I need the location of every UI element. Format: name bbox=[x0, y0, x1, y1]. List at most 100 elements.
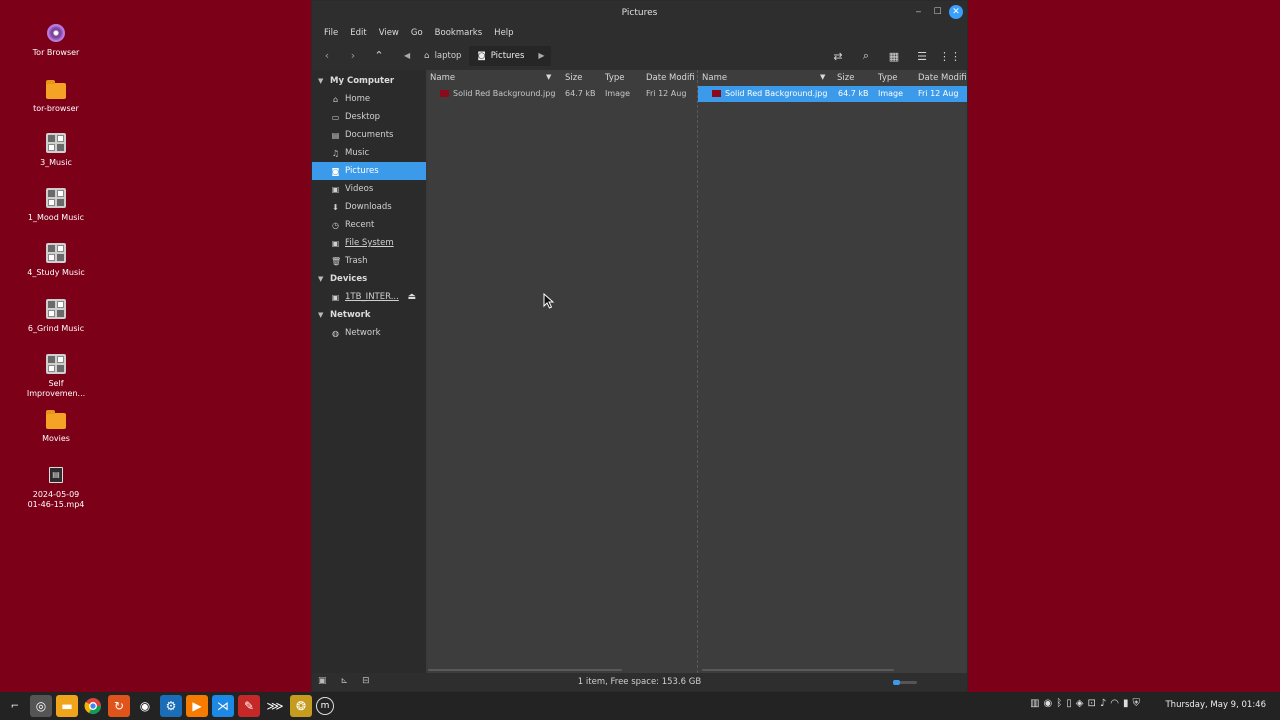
column-name[interactable]: Name bbox=[702, 73, 727, 83]
menu-bookmarks[interactable]: Bookmarks bbox=[429, 28, 489, 38]
breadcrumb-right-arrow[interactable]: ▶ bbox=[532, 45, 551, 66]
desktop-icon-self-improvement[interactable]: Self Improvemen... bbox=[24, 353, 88, 399]
sort-down-icon[interactable]: ▼ bbox=[546, 73, 551, 81]
red-app-icon[interactable]: ✎ bbox=[238, 695, 260, 717]
minimize-button[interactable]: ‒ bbox=[911, 4, 926, 19]
column-date[interactable]: Date Modifi bbox=[646, 73, 695, 83]
sidebar-item-documents[interactable]: ▤ Documents bbox=[312, 126, 426, 144]
compact-view-button[interactable]: ⋮⋮ bbox=[937, 45, 963, 67]
desktop-icon-1-mood-music[interactable]: 1_Mood Music bbox=[16, 187, 96, 223]
shield-icon[interactable]: ◈ bbox=[1076, 698, 1084, 709]
wifi-icon[interactable]: ◠ bbox=[1110, 698, 1119, 709]
column-size[interactable]: Size bbox=[837, 73, 854, 83]
chrome-icon[interactable] bbox=[82, 695, 104, 717]
sidebar-section-devices[interactable]: ▼ Devices bbox=[312, 270, 426, 288]
obs-icon[interactable]: ◉ bbox=[134, 695, 156, 717]
gold-app-icon[interactable]: ❂ bbox=[290, 695, 312, 717]
file-row[interactable]: Solid Red Background.jpg 64.7 kB Image F… bbox=[428, 86, 697, 102]
show-treeview-icon[interactable]: ⊾ bbox=[341, 676, 349, 686]
file-size: 64.7 kB bbox=[565, 89, 596, 98]
sidebar-item-trash[interactable]: 🗑 Trash bbox=[312, 252, 426, 270]
search-button[interactable]: ⌕ bbox=[853, 45, 879, 67]
show-places-icon[interactable]: ▣ bbox=[318, 676, 327, 686]
sidebar-item-music[interactable]: ♫ Music bbox=[312, 144, 426, 162]
files-app-icon[interactable]: ▬ bbox=[56, 695, 78, 717]
clapperboard-icon[interactable]: ⋙ bbox=[264, 695, 286, 717]
menu-go[interactable]: Go bbox=[405, 28, 429, 38]
desktop-icon-label: Tor Browser bbox=[32, 48, 80, 57]
desktop-icon-label: tor-browser bbox=[33, 104, 79, 113]
left-file-pane[interactable]: Name ▼ Size Type Date Modifi Solid Red B… bbox=[428, 70, 698, 673]
icon-view-button[interactable]: ▦ bbox=[881, 45, 907, 67]
tor-browser-icon bbox=[45, 22, 67, 44]
desktop-icon-4-study-music[interactable]: 4_Study Music bbox=[16, 242, 96, 278]
up-button[interactable]: ⌃ bbox=[366, 45, 392, 67]
vscode-icon[interactable]: ⋊ bbox=[212, 695, 234, 717]
volume-icon[interactable]: ♪ bbox=[1100, 698, 1106, 709]
titlebar[interactable]: Pictures ‒ ☐ ✕ bbox=[312, 1, 967, 24]
battery-icon[interactable]: ▮ bbox=[1123, 698, 1129, 709]
breadcrumb-current[interactable]: ◙ Pictures bbox=[469, 45, 533, 66]
desktop-icon-3-music[interactable]: 3_Music bbox=[16, 132, 96, 168]
column-name[interactable]: Name bbox=[430, 73, 455, 83]
horizontal-scrollbar[interactable] bbox=[702, 669, 894, 671]
column-type[interactable]: Type bbox=[878, 73, 898, 83]
trash-tray-icon[interactable]: ▥ bbox=[1030, 698, 1039, 709]
sidebar-item-network[interactable]: ◍ Network bbox=[312, 324, 426, 342]
sidebar-item-desktop[interactable]: ▭ Desktop bbox=[312, 108, 426, 126]
drive-tray-icon[interactable]: ⊡ bbox=[1087, 698, 1095, 709]
sidebar-item-videos[interactable]: ▣ Videos bbox=[312, 180, 426, 198]
column-type[interactable]: Type bbox=[605, 73, 625, 83]
steam-icon[interactable]: ⚙ bbox=[160, 695, 182, 717]
menu-view[interactable]: View bbox=[373, 28, 405, 38]
desktop-icon-movies[interactable]: Movies bbox=[16, 408, 96, 444]
desktop-icon-tor-browser-folder[interactable]: tor-browser bbox=[16, 78, 96, 114]
toggle-location-button[interactable]: ⇄ bbox=[825, 45, 851, 67]
media-player-icon[interactable]: ▶ bbox=[186, 695, 208, 717]
sidebar-item-drive[interactable]: ▣ 1TB_INTER... ⏏ bbox=[312, 288, 426, 306]
pictures-icon: ◙ bbox=[331, 166, 340, 176]
app-refresh-icon[interactable]: ↻ bbox=[108, 695, 130, 717]
column-date[interactable]: Date Modifi bbox=[918, 73, 967, 83]
clipboard-icon[interactable]: ▯ bbox=[1066, 698, 1072, 709]
mint-app-icon[interactable]: m bbox=[316, 697, 334, 715]
maximize-button[interactable]: ☐ bbox=[930, 4, 945, 19]
sort-down-icon[interactable]: ▼ bbox=[820, 73, 825, 81]
menu-edit[interactable]: Edit bbox=[344, 28, 372, 38]
bluetooth-icon[interactable]: ᛒ bbox=[1056, 698, 1062, 709]
breadcrumb-parent[interactable]: ⌂ laptop bbox=[416, 46, 469, 66]
settings-app-icon[interactable]: ◎ bbox=[30, 695, 52, 717]
zoom-slider[interactable] bbox=[893, 680, 917, 685]
eject-icon[interactable]: ⏏ bbox=[407, 292, 416, 302]
forward-button[interactable]: › bbox=[340, 45, 366, 67]
menu-icon[interactable]: ⌐ bbox=[4, 695, 26, 717]
close-button[interactable]: ✕ bbox=[949, 4, 963, 19]
sidebar-item-recent[interactable]: ◷ Recent bbox=[312, 216, 426, 234]
back-button[interactable]: ‹ bbox=[314, 45, 340, 67]
breadcrumb-left-arrow[interactable]: ◀ bbox=[398, 46, 416, 66]
sidebar-item-pictures[interactable]: ◙ Pictures bbox=[312, 162, 426, 180]
network-icon: ◍ bbox=[332, 328, 339, 338]
hide-sidebar-icon[interactable]: ⊟ bbox=[362, 676, 370, 686]
desktop-icon-6-grind-music[interactable]: 6_Grind Music bbox=[16, 298, 96, 334]
updates-icon[interactable]: ⛨ bbox=[1133, 698, 1141, 709]
sidebar-section-network[interactable]: ▼ Network bbox=[312, 306, 426, 324]
right-file-pane[interactable]: Name ▼ Size Type Date Modifi Solid Red B… bbox=[698, 70, 967, 673]
sidebar-item-downloads[interactable]: ⬇ Downloads bbox=[312, 198, 426, 216]
menubar: File Edit View Go Bookmarks Help bbox=[312, 24, 967, 41]
desktop-icon-tor-browser[interactable]: Tor Browser bbox=[16, 22, 96, 58]
recent-icon: ◷ bbox=[332, 220, 339, 230]
statusbar: ▣ ⊾ ⊟ 1 item, Free space: 153.6 GB bbox=[312, 673, 967, 691]
column-size[interactable]: Size bbox=[565, 73, 582, 83]
obs-tray-icon[interactable]: ◉ bbox=[1044, 698, 1053, 709]
sidebar-item-file-system[interactable]: ▣ File System bbox=[312, 234, 426, 252]
clock[interactable]: Thursday, May 9, 01:46 bbox=[1165, 700, 1266, 710]
menu-help[interactable]: Help bbox=[488, 28, 519, 38]
list-view-button[interactable]: ☰ bbox=[909, 45, 935, 67]
sidebar-item-home[interactable]: ⌂ Home bbox=[312, 90, 426, 108]
desktop-icon-video-file[interactable]: ▤ 2024-05-09 01-46-15.mp4 bbox=[26, 464, 86, 510]
menu-file[interactable]: File bbox=[318, 28, 344, 38]
sidebar-section-my-computer[interactable]: ▼ My Computer bbox=[312, 72, 426, 90]
file-row-selected[interactable]: Solid Red Background.jpg 64.7 kB Image F… bbox=[698, 86, 967, 102]
horizontal-scrollbar[interactable] bbox=[428, 669, 622, 671]
